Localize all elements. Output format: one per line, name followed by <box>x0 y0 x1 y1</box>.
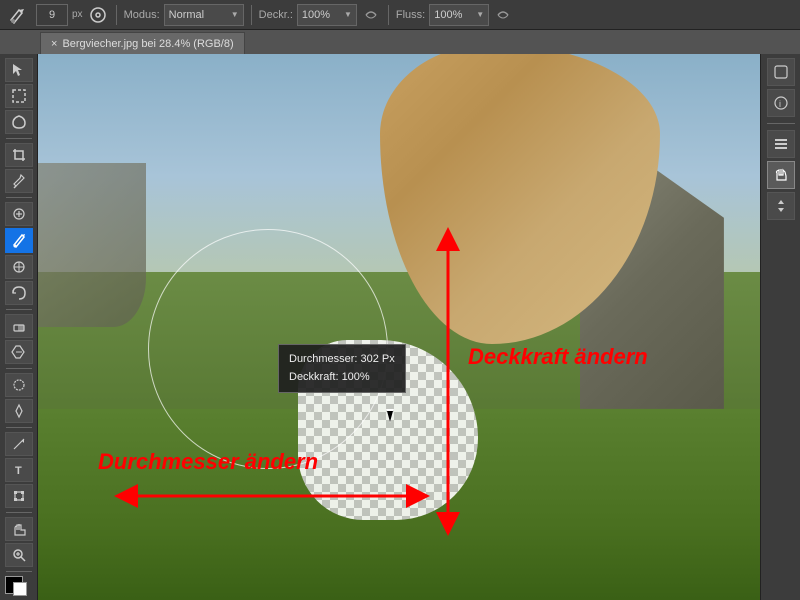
tool-sep-3 <box>6 309 32 310</box>
svg-text:T: T <box>15 465 22 477</box>
modus-label: Modus: <box>124 9 160 21</box>
main-layout: T <box>0 54 800 600</box>
toolbar-sep-1 <box>116 5 117 25</box>
tool-move[interactable] <box>5 58 33 82</box>
tool-clone[interactable] <box>5 255 33 279</box>
tool-history-brush[interactable] <box>5 281 33 305</box>
deckkraft-label: Deckr.: <box>259 9 293 21</box>
tool-blur[interactable] <box>5 373 33 397</box>
fluss-value: 100% <box>434 9 462 21</box>
tab-bar: × Bergviecher.jpg bei 28.4% (RGB/8) <box>0 30 800 54</box>
document-tab[interactable]: × Bergviecher.jpg bei 28.4% (RGB/8) <box>40 32 245 54</box>
right-btn-hand[interactable] <box>767 161 795 189</box>
toolbar-sep-3 <box>388 5 389 25</box>
tool-sep-4 <box>6 368 32 369</box>
brush-size-display[interactable]: 9 <box>36 4 68 26</box>
fluss-dropdown[interactable]: 100% ▼ <box>429 4 489 26</box>
tool-heal[interactable] <box>5 202 33 226</box>
tool-sep-7 <box>6 571 32 572</box>
tool-select-rect[interactable] <box>5 84 33 108</box>
svg-text:i: i <box>779 99 781 109</box>
tool-hand[interactable] <box>5 517 33 541</box>
fluss-label: Fluss: <box>396 9 425 21</box>
brush-options-btn[interactable] <box>87 4 109 26</box>
right-btn-toggle[interactable] <box>767 58 795 86</box>
tool-lasso[interactable] <box>5 110 33 134</box>
toolbar-sep-2 <box>251 5 252 25</box>
pressure-icon-2 <box>493 5 513 25</box>
deckkraft-value: 100% <box>302 9 330 21</box>
right-btn-panels[interactable] <box>767 130 795 158</box>
left-toolbar: T <box>0 54 38 600</box>
brush-icon <box>4 2 32 28</box>
modus-dropdown[interactable]: Normal ▼ <box>164 4 244 26</box>
tool-pen[interactable] <box>5 432 33 456</box>
tool-eraser[interactable] <box>5 314 33 338</box>
deckkraft-arrow: ▼ <box>344 10 352 19</box>
modus-dropdown-arrow: ▼ <box>231 10 239 19</box>
right-btn-info[interactable]: i <box>767 89 795 117</box>
pressure-icon <box>361 5 381 25</box>
tool-eyedrop[interactable] <box>5 169 33 193</box>
tool-path[interactable] <box>5 484 33 508</box>
tool-sep-1 <box>6 138 32 139</box>
tab-close-btn[interactable]: × <box>51 38 57 50</box>
tool-fill[interactable] <box>5 340 33 364</box>
tab-title: Bergviecher.jpg bei 28.4% (RGB/8) <box>62 38 233 50</box>
modus-value: Normal <box>169 9 204 21</box>
tool-type[interactable]: T <box>5 458 33 482</box>
color-swatches[interactable] <box>5 576 33 600</box>
right-panel: i <box>760 54 800 600</box>
tool-dodge[interactable] <box>5 399 33 423</box>
tool-brush[interactable] <box>5 228 33 252</box>
tool-zoom[interactable] <box>5 543 33 567</box>
top-toolbar: 9 px Modus: Normal ▼ Deckr.: 100% ▼ Flus… <box>0 0 800 30</box>
right-btn-updown[interactable] <box>767 192 795 220</box>
tool-sep-6 <box>6 512 32 513</box>
brush-size-unit: px <box>72 9 83 20</box>
brush-size-value: 9 <box>49 9 55 21</box>
annotation-arrows <box>38 54 760 600</box>
tool-sep-2 <box>6 197 32 198</box>
tool-crop[interactable] <box>5 143 33 167</box>
right-sep <box>767 123 795 124</box>
fluss-arrow: ▼ <box>476 10 484 19</box>
tool-sep-5 <box>6 427 32 428</box>
canvas-area[interactable]: Durchmesser: 302 Px Deckkraft: 100% Durc… <box>38 54 760 600</box>
deckkraft-dropdown[interactable]: 100% ▼ <box>297 4 357 26</box>
